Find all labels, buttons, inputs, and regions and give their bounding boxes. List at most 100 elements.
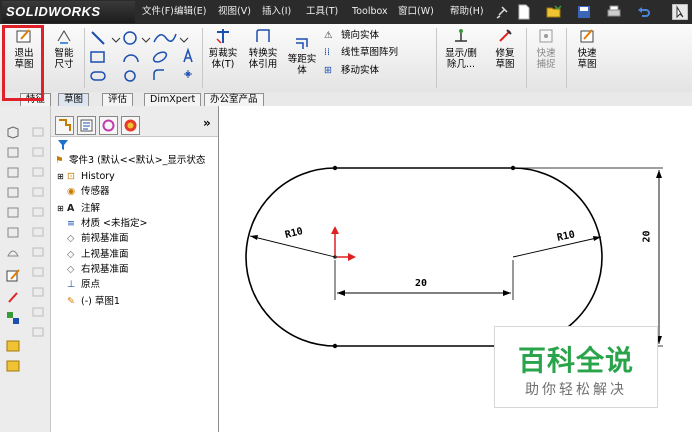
dimension-length[interactable]: 20 <box>415 278 427 289</box>
layer-icon[interactable] <box>5 338 21 354</box>
ellipse-icon <box>152 51 168 63</box>
repair-sketch-button[interactable]: 修复草图 <box>486 27 524 70</box>
grid-icon[interactable] <box>30 124 46 140</box>
extension-lines-vertical <box>515 167 663 347</box>
quick-snaps-icon <box>539 29 553 43</box>
menu-help[interactable]: 帮助(H) <box>450 0 484 24</box>
table-icon[interactable] <box>30 324 46 340</box>
tree-item-right-plane[interactable]: ◇ 右视基准面 <box>67 263 129 277</box>
tree-item-front-plane[interactable]: ◇ 前视基准面 <box>67 232 129 246</box>
dome-icon[interactable] <box>30 264 46 280</box>
plane-icon: ◇ <box>67 233 75 244</box>
draft-icon[interactable] <box>30 204 46 220</box>
history-icon: ⊡ <box>67 171 75 182</box>
smart-dimension-button[interactable]: 智能尺寸 <box>46 27 82 70</box>
separator <box>84 28 85 88</box>
shell-icon[interactable] <box>5 244 21 260</box>
save-icon[interactable] <box>576 4 592 20</box>
dimension-height[interactable]: 20 <box>642 230 653 242</box>
pattern-icon[interactable] <box>30 304 46 320</box>
tab-sketch[interactable]: 草图 <box>58 93 90 106</box>
plane-icon: ◇ <box>67 264 75 275</box>
fillet-tool-icon[interactable] <box>30 144 46 160</box>
linear-pattern-button[interactable]: ⁞⁞ 线性草图阵列 <box>324 46 398 60</box>
undo-icon[interactable] <box>636 4 652 20</box>
block-icon[interactable] <box>5 310 21 326</box>
watermark-title: 百科全说 <box>517 344 634 377</box>
relations-label: 显示/删除几... <box>445 48 477 70</box>
material-icon: ≡ <box>67 218 75 229</box>
tab-evaluate[interactable]: 评估 <box>102 93 134 106</box>
separator <box>202 28 203 88</box>
layer-props-icon[interactable] <box>5 358 21 374</box>
extrude-icon[interactable] <box>5 144 21 160</box>
tree-item-sensors[interactable]: ◉ 传感器 <box>67 185 110 199</box>
menu-file[interactable]: 文件(F) <box>142 0 174 24</box>
endpoint <box>332 165 338 171</box>
quick-snaps-label: 快速捕捉 <box>536 48 556 70</box>
display-delete-relations-button[interactable]: 显示/删除几... <box>440 27 482 70</box>
cut-icon[interactable] <box>5 224 21 240</box>
menu-view[interactable]: 视图(V) <box>218 0 251 24</box>
tree-item-material[interactable]: ≡ 材质 <未指定> <box>67 217 147 231</box>
configuration-tab[interactable] <box>99 116 118 135</box>
sweep-icon[interactable] <box>5 184 21 200</box>
feature-tree-icon <box>59 119 71 131</box>
tab-dimxpert[interactable]: DimXpert <box>144 93 202 106</box>
menu-toolbox[interactable]: Toolbox <box>352 0 388 24</box>
hole-icon[interactable] <box>30 224 46 240</box>
configuration-icon <box>102 119 115 132</box>
tree-item-top-plane[interactable]: ◇ 上视基准面 <box>67 248 129 262</box>
menu-insert[interactable]: 插入(I) <box>262 0 291 24</box>
smart-dimension-label: 智能尺寸 <box>54 48 74 70</box>
new-document-icon[interactable] <box>516 4 532 20</box>
filter-icon[interactable] <box>57 139 69 151</box>
menu-edit[interactable]: 编辑(E) <box>174 0 206 24</box>
display-manager-tab[interactable] <box>121 116 140 135</box>
revolve-icon[interactable] <box>5 164 21 180</box>
line-icon <box>91 31 105 45</box>
tree-item-sketch1[interactable]: ✎ (-) 草图1 <box>67 295 120 309</box>
feature-manager: » ⚑ 零件3 (默认<<默认>_显示状态 ⊞ ⊡ History ◉ 传感器 ⊞ A 注解… <box>51 106 219 432</box>
sketch-icon[interactable] <box>5 268 21 284</box>
offset-entities-button[interactable]: 等距实体 <box>284 33 320 76</box>
tree-label: 上视基准面 <box>81 249 129 260</box>
mirror-entities-button[interactable]: ⚠ 镜向实体 <box>324 29 379 43</box>
trim-entities-button[interactable]: 剪裁实体(T) <box>204 27 242 70</box>
trim-icon <box>216 29 229 44</box>
expand-panel-button[interactable]: » <box>203 116 211 130</box>
tree-item-part[interactable]: ⚑ 零件3 (默认<<默认>_显示状态 <box>55 154 205 168</box>
convert-entities-button[interactable]: 转换实体引用 <box>244 27 282 70</box>
expand-toggle-icon[interactable]: ⊞ <box>57 202 67 216</box>
chamfer-icon[interactable] <box>30 164 46 180</box>
wrap-icon[interactable] <box>30 244 46 260</box>
print-icon[interactable] <box>606 4 622 20</box>
rib-icon[interactable] <box>30 184 46 200</box>
tree-item-origin[interactable]: ⊥ 原点 <box>67 278 100 292</box>
select-cursor-icon[interactable] <box>672 4 688 20</box>
watermark: 百科全说 助你轻松解决 <box>494 326 658 408</box>
open-folder-icon[interactable] <box>546 4 562 20</box>
expand-toggle-icon[interactable]: ⊞ <box>57 170 67 184</box>
rectangle-icon <box>90 51 105 63</box>
mirror-label: 镜向实体 <box>341 30 380 41</box>
mirror-tool-icon[interactable] <box>30 284 46 300</box>
tree-item-history[interactable]: ⊞ ⊡ History <box>57 170 115 184</box>
tree-item-annotations[interactable]: ⊞ A 注解 <box>57 202 100 216</box>
offset-label: 等距实体 <box>287 54 317 76</box>
repair-icon[interactable] <box>5 289 21 305</box>
move-entities-button[interactable]: ⊞ 移动实体 <box>324 64 379 78</box>
menu-tools[interactable]: 工具(T) <box>306 0 338 24</box>
title-bar: SOLIDWORKS 文件(F) 编辑(E) 视图(V) 插入(I) 工具(T)… <box>0 0 692 24</box>
rapid-sketch-button[interactable]: 快速草图 <box>568 27 606 70</box>
tab-office-products[interactable]: 办公室产品 <box>204 93 264 106</box>
quick-snaps-button[interactable]: 快速捕捉 <box>528 27 564 70</box>
loft-icon[interactable] <box>5 204 21 220</box>
property-manager-tab[interactable] <box>77 116 96 135</box>
menu-window[interactable]: 窗口(W) <box>398 0 434 24</box>
box-icon[interactable] <box>5 124 21 140</box>
pushpin-icon[interactable] <box>494 4 510 20</box>
feature-tree-tab[interactable] <box>55 116 74 135</box>
slot-icon <box>90 71 106 81</box>
offset-icon <box>296 38 308 49</box>
